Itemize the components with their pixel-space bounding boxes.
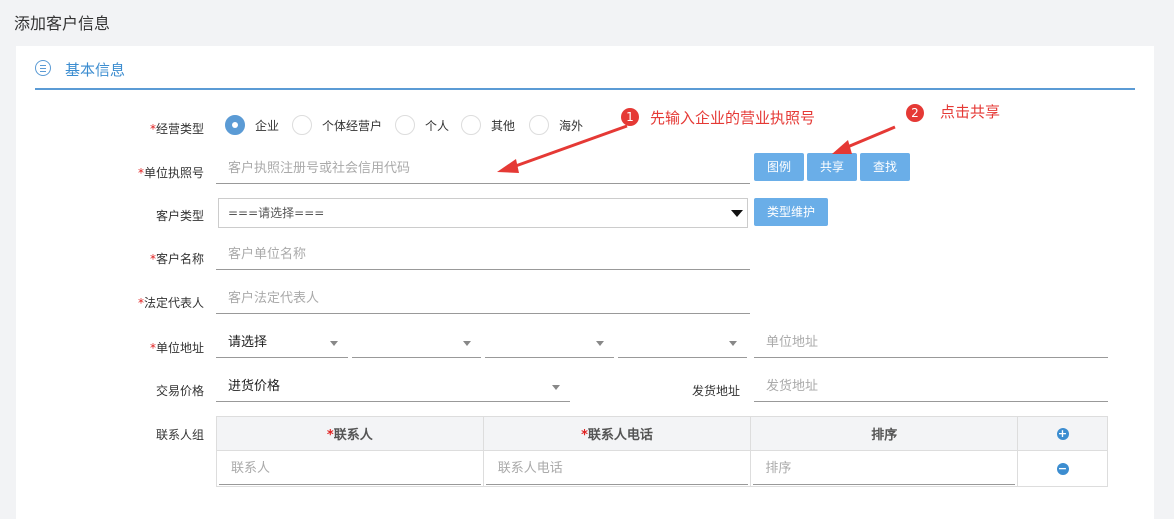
ship-address-input[interactable] — [754, 372, 1108, 401]
example-button[interactable]: 图例 — [754, 153, 804, 181]
address-field — [754, 328, 1108, 358]
section-header: 基本信息 — [35, 58, 1135, 90]
ship-address-label: 发货地址 — [691, 384, 740, 398]
price-select[interactable]: 进货价格 — [216, 372, 570, 402]
column-header: *联系人 — [216, 416, 484, 451]
type-maintenance-button[interactable]: 类型维护 — [754, 198, 828, 226]
street-select[interactable] — [618, 328, 747, 358]
address-label: *单位地址 — [149, 341, 204, 355]
add-row-icon[interactable]: + — [1056, 428, 1069, 440]
contacts-table: *联系人 *联系人电话 排序 + 联系人 联系人电话 排序 − — [216, 416, 1108, 487]
contact-name-input[interactable]: 联系人 — [219, 453, 481, 485]
price-label: 交易价格 — [155, 384, 204, 398]
contacts-label: 联系人组 — [155, 428, 204, 442]
add-row-cell: + — [1017, 416, 1108, 451]
legal-rep-label: *法定代表人 — [137, 296, 204, 310]
customer-name-label: *客户名称 — [149, 252, 204, 266]
radio-unchecked-icon — [395, 115, 415, 135]
legal-rep-input[interactable] — [216, 284, 750, 313]
business-type-label: *经营类型 — [149, 122, 204, 136]
customer-name-input[interactable] — [216, 240, 750, 269]
license-input[interactable] — [216, 154, 750, 183]
radio-checked-icon — [225, 115, 245, 135]
address-input[interactable] — [754, 328, 1108, 357]
customer-type-select[interactable]: ===请选择=== — [218, 198, 748, 228]
table-row: 联系人 联系人电话 排序 − — [216, 450, 1108, 487]
caret-down-icon — [552, 385, 560, 390]
page-title: 添加客户信息 — [14, 14, 111, 33]
district-select[interactable] — [485, 328, 614, 358]
caret-down-icon — [330, 341, 338, 346]
step-1-badge: 1 — [621, 108, 639, 126]
share-button[interactable]: 共享 — [807, 153, 857, 181]
legal-rep-field — [216, 284, 750, 314]
caret-down-icon — [463, 341, 471, 346]
caret-down-icon — [596, 341, 604, 346]
radio-unchecked-icon — [461, 115, 481, 135]
customer-name-field — [216, 240, 750, 270]
step-1-text: 先输入企业的营业执照号 — [650, 109, 816, 127]
contact-phone-input[interactable]: 联系人电话 — [485, 453, 749, 485]
customer-type-label: 客户类型 — [155, 209, 204, 223]
step-2-text: 点击共享 — [940, 103, 1001, 121]
section-title: 基本信息 — [65, 61, 126, 79]
column-header: *联系人电话 — [482, 416, 752, 451]
step-2-badge: 2 — [906, 104, 924, 122]
remove-row-icon[interactable]: − — [1056, 463, 1069, 475]
license-label: *单位执照号 — [137, 166, 204, 180]
ship-address-field — [754, 372, 1108, 402]
caret-down-icon — [729, 341, 737, 346]
city-select[interactable] — [352, 328, 481, 358]
search-button[interactable]: 查找 — [860, 153, 910, 181]
dropdown-arrow-icon — [731, 210, 743, 217]
list-icon — [35, 60, 51, 76]
radio-unchecked-icon — [292, 115, 312, 135]
table-header-row: *联系人 *联系人电话 排序 + — [216, 416, 1108, 451]
province-select[interactable]: 请选择 — [216, 328, 348, 358]
license-field — [216, 154, 750, 184]
sort-order-input[interactable]: 排序 — [753, 453, 1016, 485]
radio-unchecked-icon — [529, 115, 549, 135]
column-header: 排序 — [750, 416, 1019, 451]
